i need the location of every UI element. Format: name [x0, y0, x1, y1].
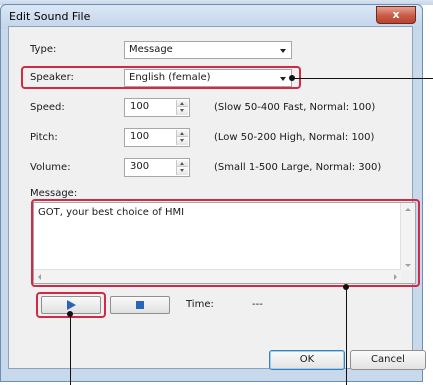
play-callout-line — [70, 315, 71, 385]
close-button[interactable]: x — [376, 6, 416, 24]
speed-hint: (Slow 50-400 Fast, Normal: 100) — [214, 102, 376, 113]
pitch-value: 100 — [130, 131, 150, 142]
message-label: Message: — [30, 188, 78, 199]
spin-up-icon[interactable] — [177, 130, 188, 137]
play-icon — [67, 300, 76, 310]
scroll-right-icon[interactable] — [394, 274, 397, 280]
spin-up-icon[interactable] — [177, 160, 188, 167]
speaker-value: English (female) — [129, 72, 211, 83]
speed-spinner[interactable]: 100 — [124, 98, 190, 117]
speaker-dropdown[interactable]: English (female) — [124, 69, 292, 87]
pitch-label: Pitch: — [30, 132, 58, 143]
stop-icon — [136, 301, 144, 309]
scroll-down-icon[interactable] — [405, 264, 411, 267]
chevron-down-icon — [280, 49, 286, 53]
spin-up-icon[interactable] — [177, 100, 188, 107]
scroll-left-icon[interactable] — [38, 274, 41, 280]
cancel-button[interactable]: Cancel — [350, 350, 426, 370]
spin-down-icon[interactable] — [177, 138, 188, 145]
speed-spin-buttons — [176, 100, 188, 115]
ok-button[interactable]: OK — [269, 350, 345, 370]
speed-label: Speed: — [30, 102, 65, 113]
type-label: Type: — [30, 44, 57, 55]
volume-label: Volume: — [30, 162, 71, 173]
message-callout-line — [346, 288, 347, 385]
horizontal-scrollbar[interactable] — [34, 269, 401, 283]
stop-button[interactable] — [110, 296, 170, 314]
speaker-label: Speaker: — [30, 72, 74, 83]
scrollbar-corner — [401, 270, 415, 283]
speaker-callout-line — [293, 78, 433, 79]
pitch-spin-buttons — [176, 130, 188, 145]
type-dropdown[interactable]: Message — [124, 41, 292, 59]
speed-value: 100 — [130, 101, 150, 112]
message-text: GOT, your best choice of HMI — [38, 207, 185, 218]
time-value: --- — [252, 299, 263, 310]
volume-spinner[interactable]: 300 — [124, 158, 190, 177]
close-icon: x — [392, 8, 400, 21]
scroll-up-icon[interactable] — [405, 208, 411, 211]
chevron-down-icon — [280, 77, 286, 81]
dialog-title: Edit Sound File — [9, 10, 91, 23]
spin-down-icon[interactable] — [177, 108, 188, 115]
pitch-spinner[interactable]: 100 — [124, 128, 190, 147]
pitch-hint: (Low 50-200 High, Normal: 100) — [214, 132, 375, 143]
vertical-scrollbar[interactable] — [400, 203, 415, 272]
volume-value: 300 — [130, 161, 150, 172]
spin-down-icon[interactable] — [177, 168, 188, 175]
volume-hint: (Small 1-500 Large, Normal: 300) — [214, 162, 382, 173]
message-textarea[interactable]: GOT, your best choice of HMI — [33, 202, 416, 284]
time-label: Time: — [186, 299, 214, 310]
type-value: Message — [129, 44, 173, 55]
volume-spin-buttons — [176, 160, 188, 175]
